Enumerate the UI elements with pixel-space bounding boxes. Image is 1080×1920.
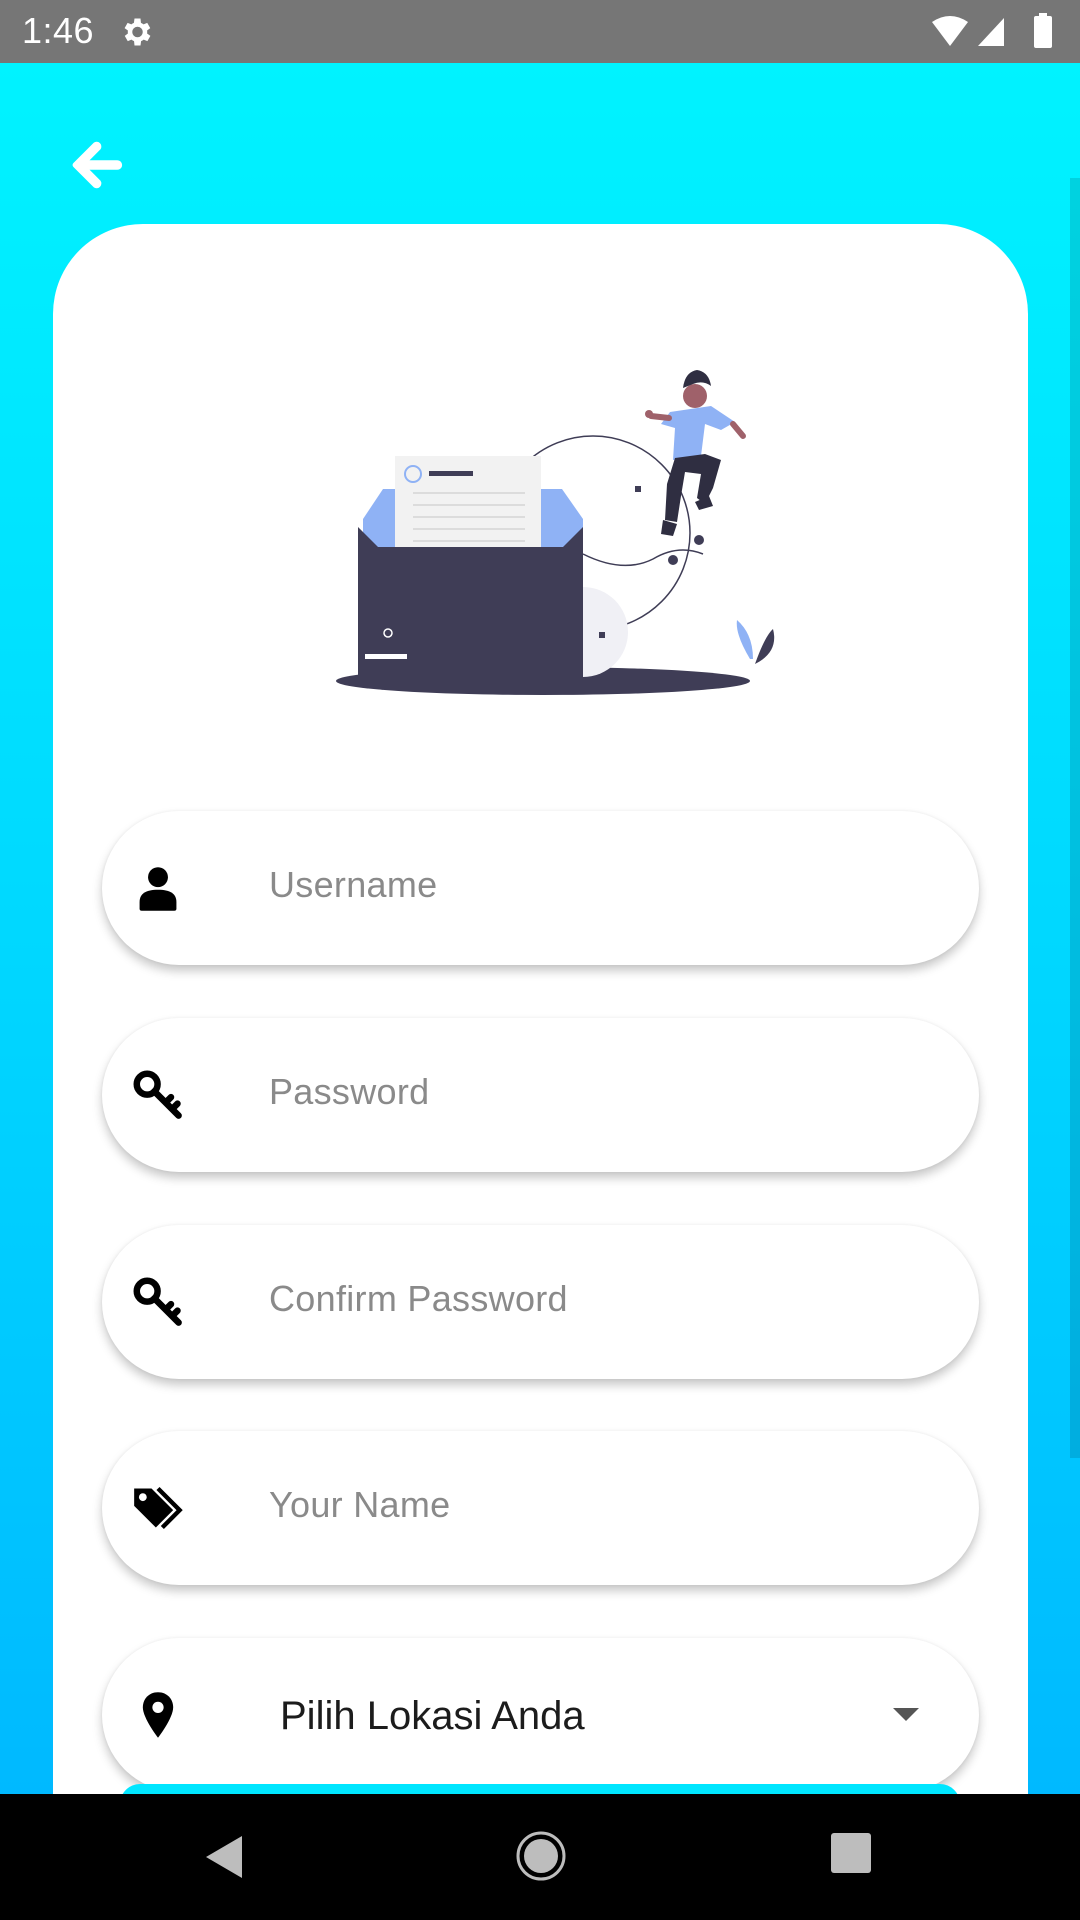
your-name-field[interactable]: Your Name bbox=[102, 1431, 979, 1585]
key-icon bbox=[133, 1277, 182, 1326]
confirm-password-placeholder: Confirm Password bbox=[269, 1278, 568, 1319]
user-icon bbox=[139, 867, 177, 911]
battery-icon bbox=[1034, 13, 1052, 48]
wifi-icon bbox=[932, 16, 968, 46]
username-placeholder: Username bbox=[269, 864, 438, 905]
register-button[interactable] bbox=[120, 1784, 960, 1794]
signal-icon bbox=[978, 18, 1004, 46]
scrollbar[interactable] bbox=[1070, 178, 1080, 1458]
tags-icon bbox=[134, 1486, 183, 1530]
confirm-password-field[interactable]: Confirm Password bbox=[102, 1225, 979, 1379]
your-name-placeholder: Your Name bbox=[269, 1484, 451, 1525]
register-screen: Username Password Confirm Password Your … bbox=[0, 63, 1080, 1794]
status-time: 1:46 bbox=[22, 10, 95, 51]
username-field[interactable]: Username bbox=[102, 811, 979, 965]
nav-back-icon[interactable] bbox=[200, 1832, 250, 1882]
register-illustration bbox=[336, 370, 775, 695]
key-icon bbox=[133, 1070, 182, 1119]
status-bar: 1:46 bbox=[0, 0, 1080, 63]
nav-recents-icon[interactable] bbox=[830, 1832, 872, 1874]
password-placeholder: Password bbox=[269, 1071, 430, 1112]
nav-home-icon[interactable] bbox=[514, 1829, 568, 1883]
location-value: Pilih Lokasi Anda bbox=[280, 1694, 585, 1738]
map-marker-icon bbox=[142, 1692, 174, 1738]
register-card: Username Password Confirm Password Your … bbox=[53, 224, 1028, 1794]
password-field[interactable]: Password bbox=[102, 1018, 979, 1172]
caret-down-icon[interactable] bbox=[891, 1706, 921, 1724]
location-select[interactable]: Pilih Lokasi Anda bbox=[102, 1638, 979, 1792]
status-icons bbox=[932, 13, 1052, 48]
gear-icon bbox=[124, 18, 151, 46]
arrow-left-icon[interactable] bbox=[64, 133, 128, 197]
navigation-bar bbox=[0, 1794, 1080, 1920]
